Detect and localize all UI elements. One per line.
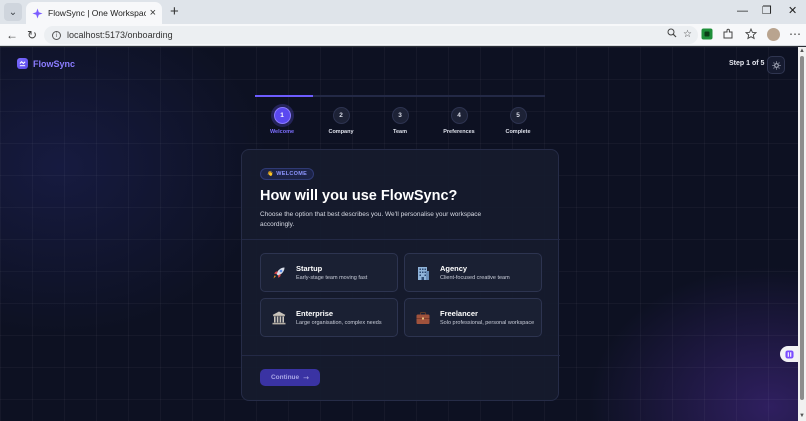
progress-fill [255, 95, 313, 97]
briefcase-icon [416, 311, 430, 324]
widget-logo-icon [784, 349, 794, 359]
site-info-icon[interactable]: i [52, 30, 61, 40]
back-arrow-icon[interactable]: ← [6, 27, 18, 43]
step-number: 5 [509, 107, 527, 124]
step-preferences: 4 Preferences [429, 107, 489, 135]
bookmark-star-icon[interactable]: ☆ [683, 28, 692, 42]
extensions-puzzle-icon[interactable] [722, 28, 734, 40]
classical-building-icon [272, 311, 286, 325]
step-label: Welcome [269, 129, 295, 135]
divider [242, 355, 560, 356]
onboarding-card: 👋 WELCOME How will you use FlowSync? Cho… [241, 149, 560, 401]
rocket-icon [273, 267, 285, 279]
option-description: Client-focused creative team [440, 275, 510, 281]
continue-button[interactable]: Continue → [260, 369, 320, 386]
sun-icon [771, 60, 781, 70]
step-label: Complete [505, 129, 531, 135]
scrollbar-thumb[interactable] [800, 56, 804, 400]
option-startup[interactable]: Startup Early-stage team moving fast [260, 253, 398, 292]
badge-text: WELCOME [276, 171, 308, 177]
welcome-badge: 👋 WELCOME [260, 168, 315, 180]
restore-icon[interactable]: ❐ [762, 3, 772, 19]
favorites-icon[interactable] [745, 28, 757, 40]
step-welcome: 1 Welcome [252, 107, 312, 135]
extension-green-icon[interactable] [701, 28, 713, 40]
window-close-icon[interactable]: ✕ [788, 3, 797, 19]
scroll-up-arrow-icon[interactable]: ▲ [799, 48, 805, 54]
option-freelancer[interactable]: Freelancer Solo professional, personal w… [404, 298, 542, 337]
card-title: How will you use FlowSync? [260, 188, 458, 204]
option-description: Early-stage team moving fast [296, 275, 368, 281]
office-building-icon [418, 267, 429, 280]
continue-label: Continue [270, 374, 300, 381]
option-enterprise[interactable]: Enterprise Large organisation, complex n… [260, 298, 398, 337]
url-text[interactable]: localhost:5173/onboarding [67, 30, 173, 40]
step-indicator: Step 1 of 5 [729, 60, 765, 67]
arrow-right-icon: → [303, 373, 310, 382]
url-omnibox[interactable]: i localhost:5173/onboarding ☆ [44, 26, 698, 44]
option-description: Large organisation, complex needs [296, 320, 382, 326]
card-subtitle: Choose the option that best describes yo… [260, 211, 482, 228]
step-number: 4 [450, 107, 468, 124]
step-label: Team [393, 129, 407, 135]
flowsync-logo-icon [17, 58, 28, 69]
app-logo[interactable]: FlowSync [17, 58, 75, 69]
step-complete: 5 Complete [488, 107, 548, 135]
step-number: 1 [273, 107, 291, 124]
reload-icon[interactable]: ↻ [27, 27, 37, 43]
flowsync-favicon-icon [32, 7, 43, 19]
option-agency[interactable]: Agency Client-focused creative team [404, 253, 542, 292]
browser-tab-bar: ⌄ FlowSync | One Workspace. Every × + — … [0, 0, 806, 24]
step-number: 2 [332, 107, 350, 124]
new-tab-plus-icon[interactable]: + [170, 3, 179, 21]
divider [242, 239, 560, 240]
step-label: Preferences [443, 129, 475, 135]
minimize-icon[interactable]: — [737, 3, 748, 19]
profile-avatar[interactable] [767, 28, 780, 41]
zoom-icon[interactable] [667, 28, 677, 38]
step-label: Company [328, 129, 354, 135]
step-team: 3 Team [370, 107, 430, 135]
option-name: Freelancer [440, 309, 478, 318]
more-menu-icon[interactable]: ⋯ [789, 26, 801, 42]
address-bar: ← ↻ i localhost:5173/onboarding ☆ ⋯ [0, 24, 806, 46]
logo-text: FlowSync [33, 58, 76, 69]
browser-tab[interactable]: FlowSync | One Workspace. Every × [26, 2, 162, 24]
floating-widget-button[interactable] [780, 346, 798, 362]
option-description: Solo professional, personal workspace [440, 320, 535, 326]
step-number: 3 [391, 107, 409, 124]
option-name: Agency [440, 264, 468, 273]
option-name: Enterprise [296, 309, 334, 318]
option-name: Startup [296, 264, 323, 273]
wave-hand-icon: 👋 [267, 170, 274, 177]
tab-title: FlowSync | One Workspace. Every [48, 8, 146, 18]
onboarding-page: FlowSync Step 1 of 5 1 Welcome 2 Company… [0, 47, 798, 421]
tab-close-icon[interactable]: × [150, 7, 156, 19]
scroll-down-arrow-icon[interactable]: ▼ [799, 413, 805, 419]
theme-toggle-button[interactable] [767, 56, 785, 74]
step-company: 2 Company [311, 107, 371, 135]
tab-list-chevron-icon[interactable]: ⌄ [4, 3, 22, 21]
